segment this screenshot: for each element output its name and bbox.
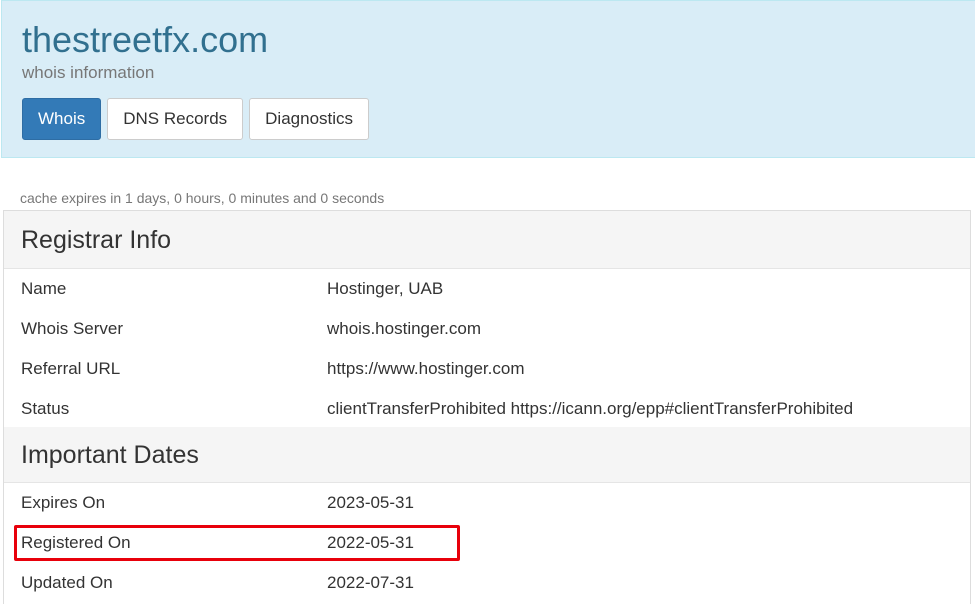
table-row: Expires On 2023-05-31 [4,483,970,523]
table-row: Updated On 2022-07-31 [4,563,970,603]
row-label: Expires On [21,493,106,512]
row-label: Name [21,279,67,298]
tab-whois[interactable]: Whois [22,98,102,140]
row-value: 2022-07-31 [327,573,414,592]
cache-note: cache expires in 1 days, 0 hours, 0 minu… [20,190,385,206]
dates-heading: Important Dates [4,427,970,483]
row-value: 2023-05-31 [327,493,414,512]
table-row: Registered On 2022-05-31 [4,523,970,563]
tab-dns-records[interactable]: DNS Records [107,98,244,140]
registrar-section: Registrar Info Name Hostinger, UAB Whois… [4,211,970,429]
row-label: Whois Server [21,319,124,338]
nav-tabs: Whois DNS Records Diagnostics [22,98,375,140]
row-label: Referral URL [21,359,121,378]
table-row: Whois Server whois.hostinger.com [4,309,970,349]
table-row: Name Hostinger, UAB [4,269,970,309]
row-label: Status [21,399,70,418]
row-value: Hostinger, UAB [327,279,444,298]
header-banner: thestreetfx.com whois information Whois … [1,0,975,158]
table-row: Referral URL https://www.hostinger.com [4,349,970,389]
row-value: whois.hostinger.com [327,319,482,338]
registrar-heading: Registrar Info [4,211,970,269]
site-title: thestreetfx.com [22,19,269,60]
row-label: Registered On [21,533,131,552]
row-value: clientTransferProhibited https://icann.o… [327,399,854,418]
tab-diagnostics[interactable]: Diagnostics [249,98,370,140]
row-label: Updated On [21,573,113,592]
site-subtitle: whois information [22,63,155,82]
dates-section: Important Dates Expires On 2023-05-31 Re… [4,427,970,603]
whois-panel: Registrar Info Name Hostinger, UAB Whois… [3,210,971,604]
table-row: Status clientTransferProhibited https://… [4,389,970,429]
row-value: https://www.hostinger.com [327,359,525,378]
row-value: 2022-05-31 [327,533,414,552]
